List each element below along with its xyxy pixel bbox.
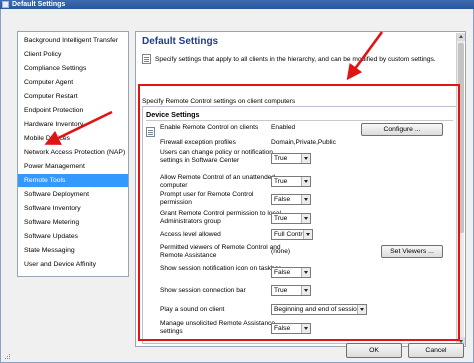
window-icon — [2, 1, 9, 8]
ok-button[interactable]: OK — [346, 343, 402, 358]
sidebar-item-endpoint-protection[interactable]: Endpoint Protection — [18, 104, 128, 117]
sidebar-item-hardware-inventory[interactable]: Hardware Inventory — [18, 118, 128, 131]
sidebar-item-background-intelligent-transfer[interactable]: Background Intelligent Transfer — [18, 34, 128, 47]
sidebar-item-remote-tools[interactable]: Remote Tools — [18, 174, 128, 187]
sidebar-item-user-and-device-affinity[interactable]: User and Device Affinity — [18, 258, 128, 271]
scroll-up-icon[interactable] — [457, 33, 465, 41]
sidebar-item-software-inventory[interactable]: Software Inventory — [18, 202, 128, 215]
sidebar-item-software-updates[interactable]: Software Updates — [18, 230, 128, 243]
sidebar-item-network-access-protection[interactable]: Network Access Protection (NAP) — [18, 146, 128, 159]
resize-grip-icon[interactable] — [3, 352, 11, 360]
sidebar-item-state-messaging[interactable]: State Messaging — [18, 244, 128, 257]
title-bar: Default Settings — [0, 0, 474, 9]
sidebar-item-power-management[interactable]: Power Management — [18, 160, 128, 173]
sidebar-item-client-policy[interactable]: Client Policy — [18, 48, 128, 61]
settings-category-list: Background Intelligent Transfer Client P… — [17, 31, 129, 277]
sidebar-item-computer-agent[interactable]: Computer Agent — [18, 76, 128, 89]
sidebar-item-computer-restart[interactable]: Computer Restart — [18, 90, 128, 103]
intro-description: Specify settings that apply to all clien… — [155, 56, 436, 63]
sidebar-item-software-metering[interactable]: Software Metering — [18, 216, 128, 229]
sidebar-item-software-deployment[interactable]: Software Deployment — [18, 188, 128, 201]
highlight-rectangle — [138, 84, 460, 341]
settings-document-icon — [142, 54, 151, 64]
window-title: Default Settings — [12, 1, 66, 8]
sidebar-item-compliance-settings[interactable]: Compliance Settings — [18, 62, 128, 75]
sidebar-item-mobile-devices[interactable]: Mobile Devices — [18, 132, 128, 145]
cancel-button[interactable]: Cancel — [408, 343, 464, 358]
page-title: Default Settings — [142, 36, 219, 47]
